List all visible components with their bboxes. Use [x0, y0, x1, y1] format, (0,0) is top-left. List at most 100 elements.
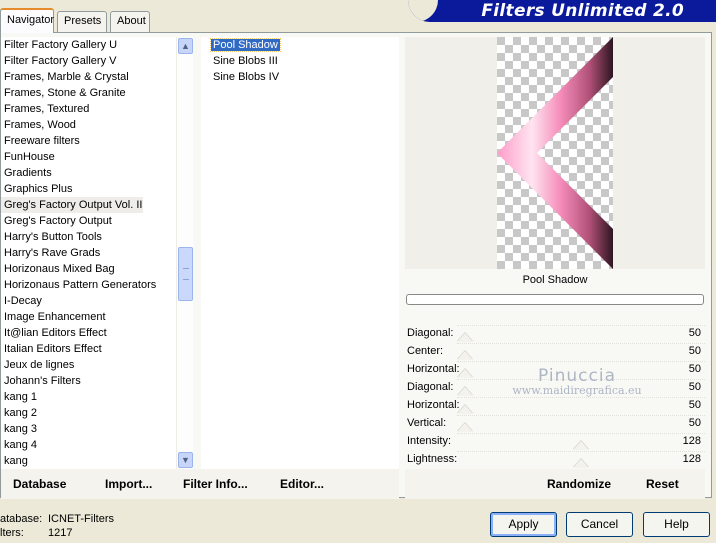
slider-thumb[interactable] — [457, 387, 473, 396]
category-item[interactable]: Gradients — [1, 165, 176, 181]
database-info: atabase: ICNET-Filters lters: 1217 — [0, 512, 114, 540]
randomize-button[interactable]: Randomize — [547, 475, 611, 493]
category-item[interactable]: Harry's Rave Grads — [1, 245, 176, 261]
navigator-panel: Filter Factory Gallery U Filter Factory G… — [0, 32, 712, 499]
category-scrollbar[interactable]: ▲ ▼ — [176, 37, 193, 469]
tab-navigator[interactable]: Navigator — [0, 8, 54, 33]
category-item[interactable]: kang 3 — [1, 421, 176, 437]
category-item[interactable]: Frames, Wood — [1, 117, 176, 133]
filter-item-label: Pool Shadow — [210, 38, 281, 52]
slider-ticks — [457, 325, 705, 330]
slider-value: 128 — [682, 435, 701, 447]
category-item[interactable]: Harry's Button Tools — [1, 229, 176, 245]
category-item[interactable]: Filter Factory Gallery U — [1, 37, 176, 53]
slider-thumb[interactable] — [457, 423, 473, 432]
slider-track[interactable] — [457, 379, 705, 397]
slider-ticks — [457, 433, 705, 438]
slider-row: Horizontal: 50 — [405, 397, 705, 415]
filter-item[interactable]: Sine Blobs III — [201, 53, 399, 69]
scroll-thumb[interactable] — [178, 247, 193, 301]
slider-value: 128 — [682, 453, 701, 465]
help-button[interactable]: Help — [643, 512, 710, 537]
slider-track[interactable] — [457, 361, 705, 379]
slider-thumb[interactable] — [457, 351, 473, 360]
slider-label: Intensity: — [407, 435, 452, 447]
reset-button[interactable]: Reset — [646, 475, 679, 493]
category-item[interactable]: I-Decay — [1, 293, 176, 309]
category-item[interactable]: kang 2 — [1, 405, 176, 421]
slider-label: Diagonal: — [407, 327, 454, 339]
slider-track[interactable] — [457, 451, 705, 469]
category-item[interactable]: kang — [1, 453, 176, 469]
category-item[interactable]: Horizonaus Mixed Bag — [1, 261, 176, 277]
slider-track[interactable] — [457, 325, 705, 343]
slider-ticks — [457, 397, 705, 402]
editor-button[interactable]: Editor... — [280, 475, 324, 493]
category-item[interactable]: Jeux de lignes — [1, 357, 176, 373]
category-item[interactable]: kang 4 — [1, 437, 176, 453]
tab-about[interactable]: About — [110, 11, 150, 32]
slider-row: Lightness: 128 — [405, 451, 705, 469]
slider-track[interactable] — [457, 397, 705, 415]
slider-label: Horizontal: — [407, 399, 460, 411]
slider-thumb[interactable] — [573, 441, 589, 450]
filter-item[interactable]: Pool Shadow — [201, 37, 399, 53]
category-list[interactable]: Filter Factory Gallery U Filter Factory G… — [1, 37, 176, 469]
filters-count-label: lters: — [0, 527, 24, 539]
category-item[interactable]: Filter Factory Gallery V — [1, 53, 176, 69]
scroll-up-button[interactable]: ▲ — [178, 38, 193, 54]
slider-value: 50 — [688, 363, 701, 375]
category-item[interactable]: Johann's Filters — [1, 373, 176, 389]
preview-filter-name: Pool Shadow — [522, 274, 588, 286]
slider-thumb[interactable] — [573, 459, 589, 468]
slider-row: Vertical: 50 — [405, 415, 705, 433]
progress-bar — [406, 294, 704, 305]
slider-row: Diagonal: 50 — [405, 325, 705, 343]
category-item[interactable]: FunHouse — [1, 149, 176, 165]
slider-label: Horizontal: — [407, 363, 460, 375]
filter-item-label: Sine Blobs III — [213, 55, 278, 67]
preview-image — [497, 37, 613, 269]
slider-thumb[interactable] — [457, 333, 473, 342]
slider-ticks — [457, 451, 705, 456]
slider-track[interactable] — [457, 415, 705, 433]
category-item[interactable]: Greg's Factory Output Vol. II — [1, 197, 143, 213]
category-item[interactable]: Greg's Factory Output — [1, 213, 176, 229]
slider-track[interactable] — [457, 433, 705, 451]
category-item[interactable]: Graphics Plus — [1, 181, 176, 197]
database-button[interactable]: Database — [13, 475, 66, 493]
title-banner: Filters Unlimited 2.0 — [408, 0, 716, 22]
import-button[interactable]: Import... — [105, 475, 152, 493]
category-item[interactable]: Freeware filters — [1, 133, 176, 149]
filter-info-button[interactable]: Filter Info... — [183, 475, 248, 493]
slider-label: Diagonal: — [407, 381, 454, 393]
slider-value: 50 — [688, 381, 701, 393]
slider-ticks — [457, 415, 705, 420]
slider-label: Center: — [407, 345, 444, 357]
slider-ticks — [457, 361, 705, 366]
category-item[interactable]: Frames, Marble & Crystal — [1, 69, 176, 85]
category-item[interactable]: Frames, Stone & Granite — [1, 85, 176, 101]
database-value: ICNET-Filters — [48, 513, 114, 525]
preview-area — [405, 37, 705, 269]
filter-item[interactable]: Sine Blobs IV — [201, 69, 399, 85]
apply-button[interactable]: Apply — [490, 512, 557, 537]
slider-label: Vertical: — [407, 417, 447, 429]
category-item[interactable]: kang 1 — [1, 389, 176, 405]
category-item[interactable]: Horizonaus Pattern Generators — [1, 277, 176, 293]
filter-item-label: Sine Blobs IV — [213, 71, 280, 83]
database-label: atabase: — [0, 513, 43, 525]
slider-row: Intensity: 128 — [405, 433, 705, 451]
cancel-button[interactable]: Cancel — [566, 512, 633, 537]
category-item[interactable]: Italian Editors Effect — [1, 341, 176, 357]
scroll-down-button[interactable]: ▼ — [178, 452, 193, 468]
filter-list[interactable]: Pool Shadow Sine Blobs III Sine Blobs IV — [201, 37, 399, 469]
slider-label: Lightness: — [407, 453, 458, 465]
category-item[interactable]: Frames, Textured — [1, 101, 176, 117]
tab-presets[interactable]: Presets — [57, 11, 107, 32]
banner-title: Filters Unlimited 2.0 — [481, 1, 684, 21]
filters-count-value: 1217 — [48, 527, 73, 539]
category-item[interactable]: Image Enhancement — [1, 309, 176, 325]
slider-track[interactable] — [457, 343, 705, 361]
category-item[interactable]: It@lian Editors Effect — [1, 325, 176, 341]
